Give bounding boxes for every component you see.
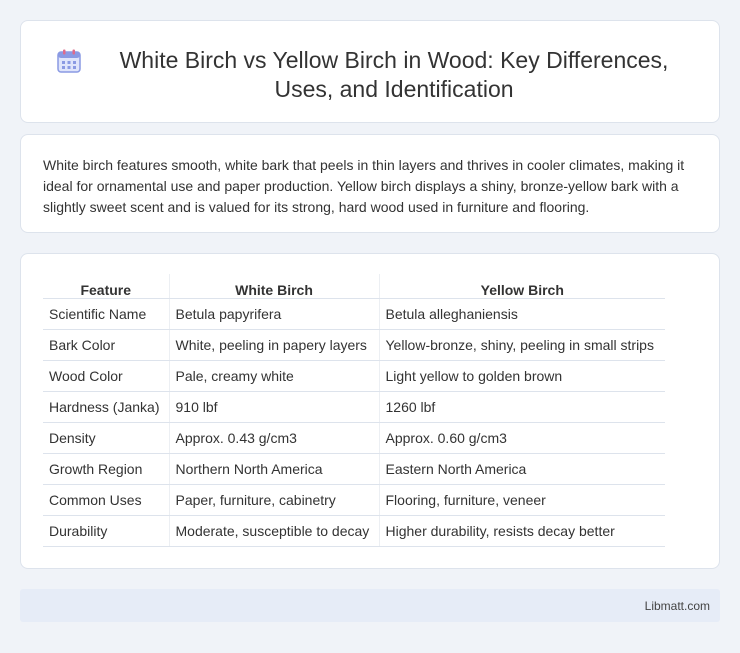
table-row: Durability Moderate, susceptible to deca…	[43, 515, 665, 547]
comparison-card: Feature White Birch Yellow Birch Scienti…	[20, 253, 720, 569]
table-cell: Higher durability, resists decay better	[378, 515, 665, 547]
table-cell: Yellow-bronze, shiny, peeling in small s…	[378, 329, 665, 361]
table-cell: Scientific Name	[43, 298, 169, 330]
table-cell: Wood Color	[43, 360, 169, 392]
table-row: Scientific Name Betula papyrifera Betula…	[43, 298, 665, 330]
table-row: Bark Color White, peeling in papery laye…	[43, 329, 665, 361]
table-cell: Betula alleghaniensis	[378, 298, 665, 330]
table-cell: Bark Color	[43, 329, 169, 361]
comparison-table: Feature White Birch Yellow Birch Scienti…	[43, 274, 665, 547]
calendar-icon	[56, 48, 82, 74]
table-cell: Approx. 0.43 g/cm3	[168, 422, 379, 454]
table-cell: Eastern North America	[378, 453, 665, 485]
table-cell: Durability	[43, 515, 169, 547]
table-header-row: Feature White Birch Yellow Birch	[43, 274, 665, 299]
header-white-birch: White Birch	[168, 274, 379, 299]
table-cell: 910 lbf	[168, 391, 379, 423]
table-cell: Moderate, susceptible to decay	[168, 515, 379, 547]
table-cell: Betula papyrifera	[168, 298, 379, 330]
table-cell: Growth Region	[43, 453, 169, 485]
table-cell: Common Uses	[43, 484, 169, 516]
table-row: Common Uses Paper, furniture, cabinetry …	[43, 484, 665, 516]
header-feature: Feature	[43, 274, 169, 299]
footer: Libmatt.com	[20, 589, 720, 622]
table-row: Density Approx. 0.43 g/cm3 Approx. 0.60 …	[43, 422, 665, 454]
title-card: White Birch vs Yellow Birch in Wood: Key…	[20, 20, 720, 123]
header-yellow-birch: Yellow Birch	[378, 274, 665, 299]
footer-site-link[interactable]: Libmatt.com	[645, 599, 710, 613]
table-cell: 1260 lbf	[378, 391, 665, 423]
table-cell: Flooring, furniture, veneer	[378, 484, 665, 516]
table-cell: Paper, furniture, cabinetry	[168, 484, 379, 516]
table-row: Hardness (Janka) 910 lbf 1260 lbf	[43, 391, 665, 423]
table-cell: Approx. 0.60 g/cm3	[378, 422, 665, 454]
table-cell: White, peeling in papery layers	[168, 329, 379, 361]
table-cell: Density	[43, 422, 169, 454]
intro-card: White birch features smooth, white bark …	[20, 134, 720, 233]
table-cell: Hardness (Janka)	[43, 391, 169, 423]
table-row: Growth Region Northern North America Eas…	[43, 453, 665, 485]
intro-paragraph: White birch features smooth, white bark …	[43, 157, 685, 215]
table-cell: Pale, creamy white	[168, 360, 379, 392]
table-cell: Light yellow to golden brown	[378, 360, 665, 392]
table-cell: Northern North America	[168, 453, 379, 485]
table-row: Wood Color Pale, creamy white Light yell…	[43, 360, 665, 392]
page-title: White Birch vs Yellow Birch in Wood: Key…	[119, 47, 669, 102]
